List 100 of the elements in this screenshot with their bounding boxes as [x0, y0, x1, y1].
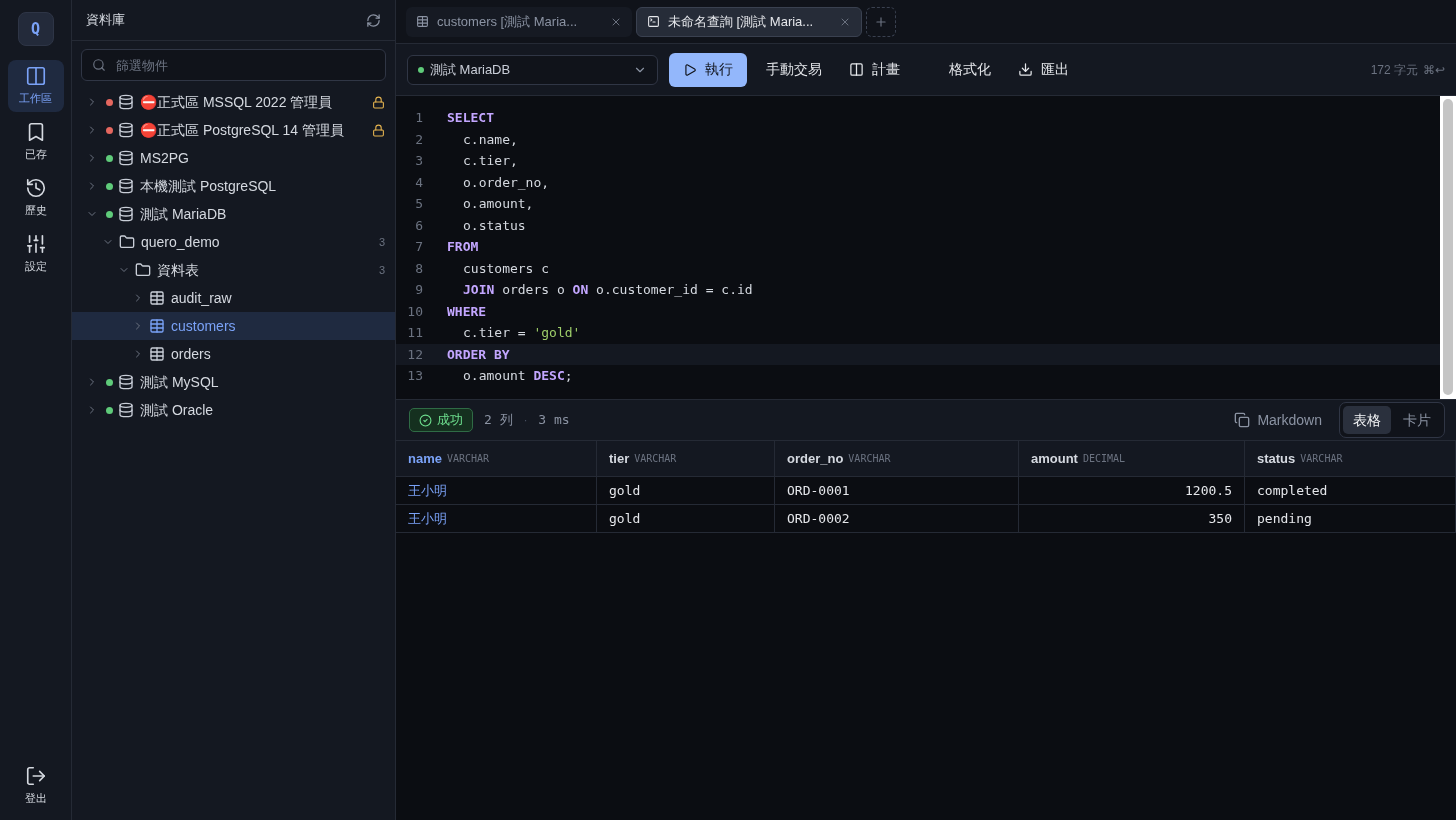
- view-tab[interactable]: 表格: [1343, 406, 1391, 434]
- column-header[interactable]: tier VARCHAR: [597, 441, 775, 476]
- tree-item[interactable]: 測試 Oracle: [72, 396, 395, 424]
- column-header[interactable]: name VARCHAR: [396, 441, 597, 476]
- code-line: o.order_no,: [463, 173, 550, 192]
- play-icon: [683, 62, 697, 77]
- new-tab-button[interactable]: [866, 6, 896, 37]
- table-cell: pending: [1245, 505, 1456, 532]
- database-icon: [118, 206, 134, 222]
- line-number: 11: [406, 324, 423, 342]
- line-number: 6: [414, 216, 423, 235]
- tree-item[interactable]: orders: [72, 340, 395, 368]
- tree-item[interactable]: 資料表 3: [72, 256, 395, 284]
- tree-item[interactable]: customers: [72, 312, 395, 340]
- line-number: 4: [414, 173, 423, 192]
- table-icon: [149, 346, 165, 362]
- columns-icon: [24, 65, 47, 88]
- format-button[interactable]: 格式化: [941, 52, 999, 87]
- tree-label: ⛔正式區 PostgreSQL 14 管理員: [140, 120, 345, 140]
- logout-button[interactable]: 登出: [24, 764, 47, 806]
- table-cell: ORD-0002: [775, 505, 1019, 532]
- line-number: 2: [414, 130, 423, 149]
- row-count: 2 列: [484, 411, 513, 430]
- table-cell: 王小明: [396, 505, 597, 532]
- copy-icon: [1234, 412, 1251, 428]
- table-icon: [416, 15, 429, 28]
- tree-label: MS2PG: [140, 148, 190, 168]
- markdown-button[interactable]: Markdown: [1234, 409, 1322, 431]
- tree-label: orders: [171, 344, 212, 364]
- separator: ·: [523, 412, 528, 428]
- lock-icon: [372, 123, 385, 137]
- view-tab[interactable]: 卡片: [1393, 406, 1441, 434]
- plus-icon: [874, 14, 888, 29]
- run-button[interactable]: 執行: [669, 52, 747, 87]
- column-header[interactable]: amount DECIMAL: [1019, 441, 1245, 476]
- tree-item[interactable]: 測試 MariaDB: [72, 200, 395, 228]
- download-icon: [1018, 62, 1033, 77]
- code-line: SELECT: [447, 109, 494, 127]
- line-number: 13: [406, 367, 423, 385]
- code-line: c.tier = 'gold': [463, 324, 581, 342]
- tree-item[interactable]: 本機測試 PostgreSQL: [72, 172, 395, 200]
- tree-label: 測試 MariaDB: [140, 204, 228, 224]
- app-logo: Q: [17, 12, 54, 46]
- line-number: 12: [406, 345, 423, 364]
- nav-item[interactable]: 工作區: [7, 60, 64, 112]
- code-line: JOIN orders o ON o.customer_id = c.id: [463, 281, 753, 299]
- tree-item[interactable]: ⛔正式區 MSSQL 2022 管理員: [72, 88, 395, 116]
- column-header[interactable]: order_no VARCHAR: [775, 441, 1019, 476]
- table-cell: completed: [1245, 477, 1456, 504]
- connection-select[interactable]: 測試 MariaDB: [407, 54, 658, 85]
- editor-tab[interactable]: 未命名查詢 [測試 Maria...: [636, 6, 862, 37]
- plan-button[interactable]: 計畫: [841, 52, 908, 87]
- tree-label: 測試 MySQL: [140, 372, 220, 392]
- code-line: c.name,: [463, 130, 518, 149]
- shortcut-hint: ⌘↩: [1423, 61, 1445, 79]
- database-icon: [118, 402, 134, 418]
- database-icon: [118, 374, 134, 390]
- table-cell: gold: [597, 477, 775, 504]
- database-icon: [118, 150, 134, 166]
- terminal-icon: [647, 15, 660, 28]
- table-cell: 1200.5: [1019, 477, 1245, 504]
- column-header[interactable]: status VARCHAR: [1245, 441, 1456, 476]
- line-number: 5: [414, 195, 423, 213]
- history-icon: [24, 177, 47, 200]
- export-button[interactable]: 匯出: [1010, 52, 1077, 87]
- table-cell: gold: [597, 505, 775, 532]
- code-line: c.tier,: [463, 152, 518, 170]
- search-field[interactable]: 篩選物件: [81, 49, 386, 81]
- line-number: 1: [414, 109, 423, 127]
- logout-icon: [24, 764, 47, 787]
- nav-item[interactable]: 已存: [7, 116, 64, 168]
- database-icon: [118, 94, 134, 110]
- search-icon: [92, 58, 106, 72]
- tree-item[interactable]: 測試 MySQL: [72, 368, 395, 396]
- columns-icon: [849, 62, 864, 77]
- tree-label: audit_raw: [171, 288, 233, 308]
- code-line: o.amount,: [463, 195, 534, 213]
- tree-item[interactable]: quero_demo 3: [72, 228, 395, 256]
- tree-item[interactable]: audit_raw: [72, 284, 395, 312]
- lock-icon: [372, 95, 385, 109]
- folder-icon: [135, 262, 151, 278]
- nav-item[interactable]: 設定: [7, 228, 64, 280]
- code-line: FROM: [447, 238, 479, 256]
- transaction-button[interactable]: 手動交易: [758, 52, 830, 87]
- tree-label: quero_demo: [141, 232, 221, 252]
- line-number: 9: [414, 281, 423, 299]
- line-number: 7: [414, 238, 423, 256]
- tree-item[interactable]: MS2PG: [72, 144, 395, 172]
- code-line: customers c: [463, 259, 550, 278]
- sliders-icon: [24, 233, 47, 256]
- line-number: 8: [414, 259, 423, 278]
- code-line: o.status: [463, 216, 526, 235]
- scrollbar[interactable]: [1440, 96, 1456, 399]
- tree-item[interactable]: ⛔正式區 PostgreSQL 14 管理員: [72, 116, 395, 144]
- table-cell: 王小明: [396, 477, 597, 504]
- editor-tab[interactable]: customers [測試 Maria...: [406, 6, 632, 37]
- line-number: 3: [414, 152, 423, 170]
- refresh-icon[interactable]: [366, 12, 381, 28]
- tree-label: 本機測試 PostgreSQL: [140, 176, 278, 196]
- nav-item[interactable]: 歷史: [7, 172, 64, 224]
